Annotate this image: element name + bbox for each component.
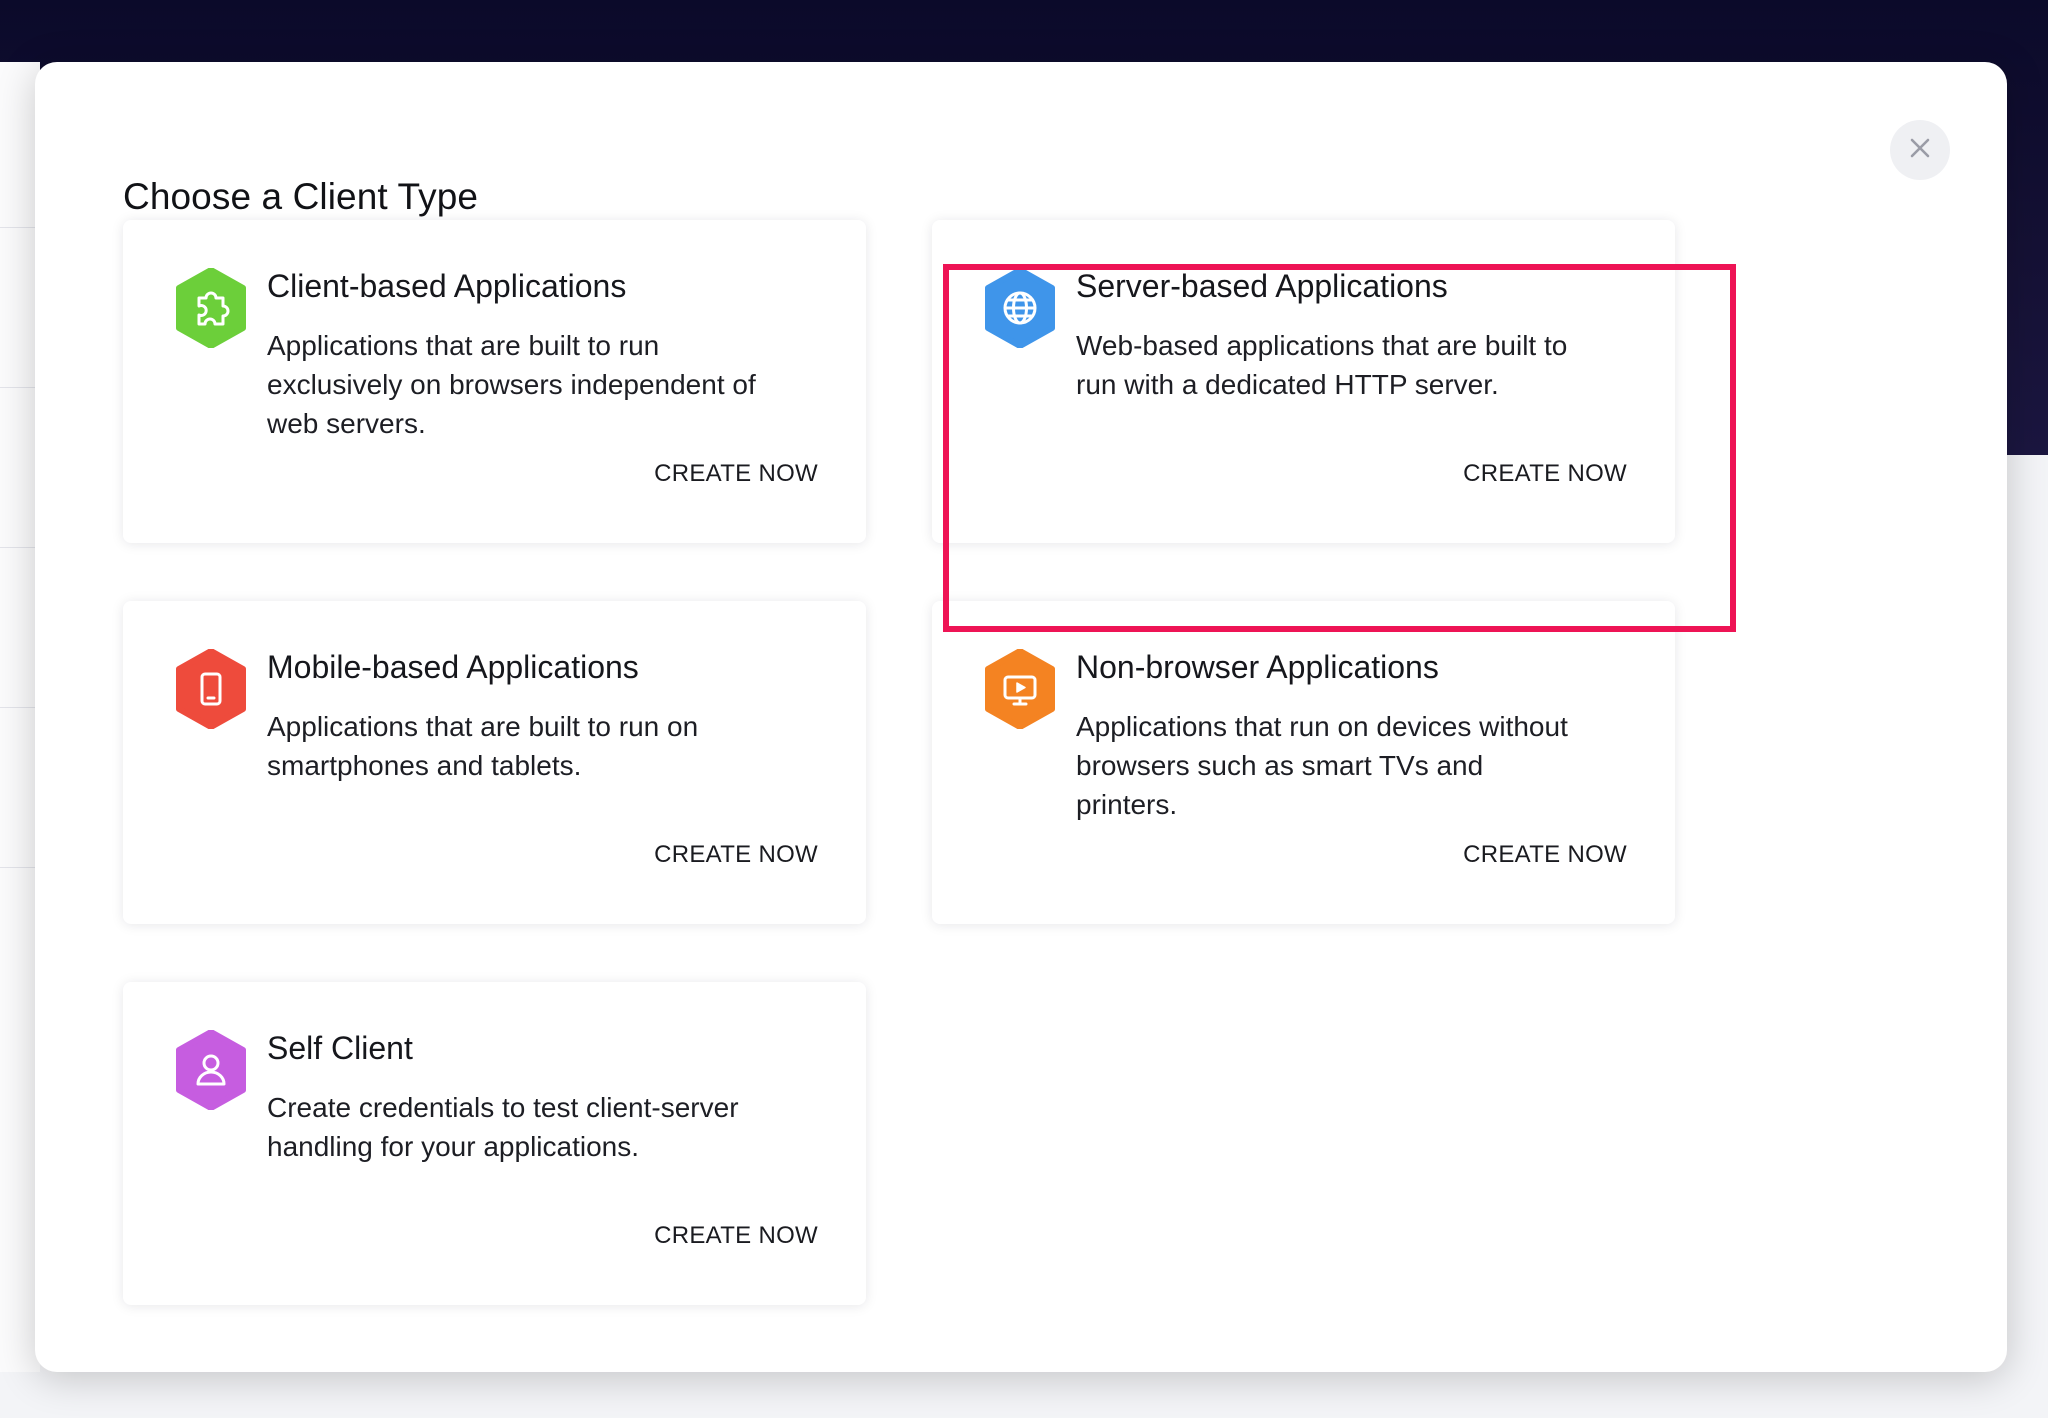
divider: [0, 227, 40, 228]
card-title: Client-based Applications: [267, 268, 627, 304]
card-description: Applications that are built to run exclu…: [267, 330, 756, 439]
close-button[interactable]: [1890, 120, 1950, 180]
divider: [0, 707, 40, 708]
card-self-client[interactable]: Self Client Create credentials to test c…: [123, 982, 866, 1305]
card-mobile-based[interactable]: Mobile-based Applications Applications t…: [123, 601, 866, 924]
screen: Choose a Client Type Client-based Applic…: [0, 0, 2048, 1418]
client-type-modal: Choose a Client Type Client-based Applic…: [35, 62, 2007, 1372]
card-icon-badge: [175, 268, 247, 348]
card-icon-badge: [984, 268, 1056, 348]
divider: [0, 547, 40, 548]
card-description: Create credentials to test client-server…: [267, 1092, 739, 1162]
card-non-browser[interactable]: Non-browser Applications Applications th…: [932, 601, 1675, 924]
create-now-button[interactable]: CREATE NOW: [1463, 841, 1627, 869]
divider: [0, 387, 40, 388]
card-title: Non-browser Applications: [1076, 649, 1439, 685]
create-now-button[interactable]: CREATE NOW: [654, 841, 818, 869]
card-description: Web-based applications that are built to…: [1076, 330, 1568, 400]
card-title: Server-based Applications: [1076, 268, 1448, 304]
card-title: Self Client: [267, 1030, 413, 1066]
create-now-button[interactable]: CREATE NOW: [654, 1222, 818, 1250]
background-page-panel: [0, 62, 40, 1372]
card-client-based[interactable]: Client-based Applications Applications t…: [123, 220, 866, 543]
close-icon: [1909, 137, 1931, 164]
modal-title: Choose a Client Type: [123, 176, 479, 217]
card-icon-badge: [175, 649, 247, 729]
card-description: Applications that run on devices without…: [1076, 711, 1568, 820]
card-icon-badge: [984, 649, 1056, 729]
card-description: Applications that are built to run on sm…: [267, 711, 699, 781]
divider: [0, 867, 40, 868]
card-server-based[interactable]: Server-based Applications Web-based appl…: [932, 220, 1675, 543]
create-now-button[interactable]: CREATE NOW: [654, 460, 818, 488]
create-now-button[interactable]: CREATE NOW: [1463, 460, 1627, 488]
card-title: Mobile-based Applications: [267, 649, 639, 685]
card-icon-badge: [175, 1030, 247, 1110]
